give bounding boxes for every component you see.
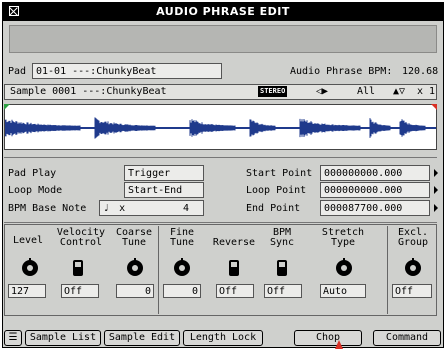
level-label: Level [12, 235, 44, 246]
mouse-cursor-icon [335, 340, 343, 349]
end-flag-icon [434, 204, 438, 212]
zoom-arrows-icon[interactable]: ▲▽ [393, 86, 405, 97]
loop-mode-field[interactable]: Start-End [124, 182, 204, 198]
bpm-base-note-field[interactable]: ♩ x 4 [99, 200, 204, 216]
fine-tune-label: Fine Tune [169, 227, 195, 248]
stretch-type-knob-icon[interactable] [336, 258, 352, 276]
coarse-tune-knob-icon[interactable] [127, 258, 143, 276]
end-marker-icon[interactable] [431, 104, 437, 110]
divider [387, 226, 388, 314]
fine-tune-knob-icon[interactable] [174, 258, 190, 276]
sample-name[interactable]: Sample 0001 ---:ChunkyBeat [10, 86, 167, 97]
sample-edit-button[interactable]: Sample Edit [104, 330, 180, 346]
chop-button[interactable]: Chop [294, 330, 362, 346]
bpm-sync-value[interactable]: Off [264, 284, 302, 298]
velocity-label: Velocity Control [56, 227, 106, 248]
waveform-display[interactable] [4, 104, 437, 150]
divider [158, 226, 159, 314]
sample-list-button[interactable]: Sample List [25, 330, 101, 346]
divider [4, 157, 437, 158]
bpm-value: 120.68 [402, 66, 439, 77]
stretch-type-label: Stretch Type [321, 227, 365, 248]
channel-arrows-icon[interactable]: ◁▶ [316, 86, 328, 97]
reverse-switch-icon[interactable] [229, 260, 239, 276]
start-point-label: Start Point [246, 168, 313, 179]
menu-icon[interactable]: ☰ [4, 330, 22, 346]
bpm-base-note-label: BPM Base Note [8, 203, 87, 214]
divider [4, 222, 437, 223]
quarter-note-icon: ♩ [103, 203, 110, 214]
excl-group-knob-icon[interactable] [405, 258, 421, 276]
start-flag-icon [434, 169, 438, 177]
bpm-label: Audio Phrase BPM: [290, 66, 393, 77]
reverse-label: Reverse [212, 237, 256, 248]
stretch-type-value[interactable]: Auto [320, 284, 366, 298]
start-marker-icon[interactable] [4, 104, 10, 110]
waveform-graphic [5, 117, 436, 139]
loop-flag-icon [434, 186, 438, 194]
level-value[interactable]: 127 [8, 284, 46, 298]
command-button[interactable]: Command [373, 330, 441, 346]
level-knob-icon[interactable] [22, 258, 38, 276]
pad-play-field[interactable]: Trigger [124, 165, 204, 181]
pad-play-label: Pad Play [8, 168, 57, 179]
excl-group-label: Excl. Group [397, 227, 429, 248]
end-point-field[interactable]: 000087700.000 [320, 200, 430, 216]
window-title: AUDIO PHRASE EDIT [156, 5, 290, 18]
bpm-base-note-value: 4 [182, 203, 189, 214]
velocity-switch-icon[interactable] [73, 260, 83, 276]
bpm-sync-switch-icon[interactable] [277, 260, 287, 276]
top-strip [9, 25, 437, 53]
stereo-badge: STEREO [258, 86, 288, 97]
loop-point-field[interactable]: 000000000.000 [320, 182, 430, 198]
coarse-tune-value[interactable]: 0 [116, 284, 154, 298]
title-bar: AUDIO PHRASE EDIT [3, 3, 443, 21]
excl-group-value[interactable]: Off [392, 284, 432, 298]
zoom-value: x 1 [417, 86, 436, 97]
fine-tune-value[interactable]: 0 [163, 284, 201, 298]
loop-point-label: Loop Point [246, 185, 307, 196]
reverse-value[interactable]: Off [216, 284, 254, 298]
length-lock-button[interactable]: Length Lock [183, 330, 263, 346]
loop-mode-label: Loop Mode [8, 185, 63, 196]
coarse-tune-label: Coarse Tune [115, 227, 153, 248]
velocity-value[interactable]: Off [61, 284, 99, 298]
pad-field[interactable]: 01-01 ---:ChunkyBeat [32, 63, 222, 79]
bpm-sync-label: BPM Sync [269, 227, 295, 248]
start-point-field[interactable]: 000000000.000 [320, 165, 430, 181]
pad-label: Pad [8, 66, 27, 77]
bpm-base-note-multiplier: x [119, 203, 126, 214]
end-point-label: End Point [246, 203, 301, 214]
channel-value[interactable]: All [357, 86, 375, 97]
